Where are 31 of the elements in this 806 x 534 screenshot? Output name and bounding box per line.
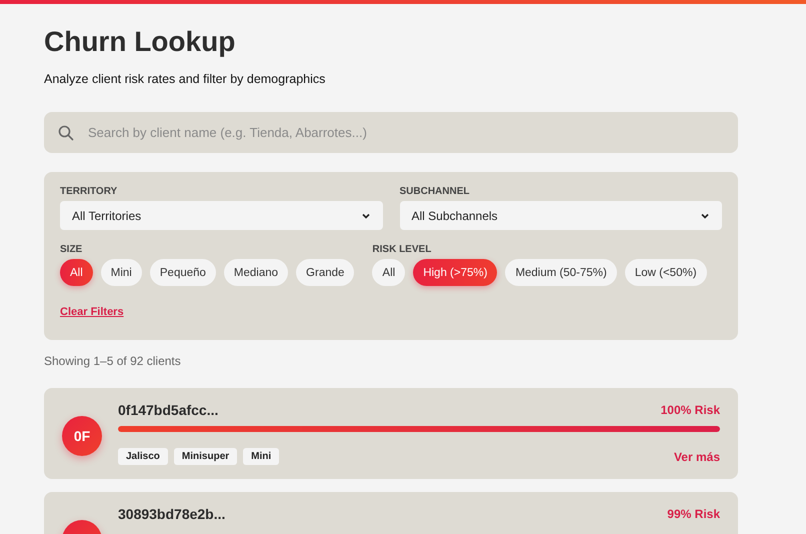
search-field[interactable]: Search by client name (e.g. Tienda, Abarrotes...) bbox=[86, 124, 724, 141]
client-tag: Jalisco bbox=[118, 448, 168, 465]
client-name: 30893bd78e2b... bbox=[118, 506, 226, 522]
client-name: 0f147bd5afcc... bbox=[118, 402, 218, 418]
results-count: Showing 1–5 of 92 clients bbox=[44, 354, 181, 368]
filter-label: SUBCHANNEL bbox=[400, 186, 470, 197]
page-title: Churn Lookup bbox=[44, 25, 236, 59]
risk-percentage: 99% Risk bbox=[667, 507, 720, 521]
filter-chip[interactable]: Mediano bbox=[224, 259, 288, 286]
filter-label: RISK LEVEL bbox=[372, 244, 432, 255]
page-subtitle: Analyze client risk rates and filter by demographics bbox=[44, 72, 326, 86]
filter-chip[interactable]: Low (<50%) bbox=[624, 259, 707, 286]
subchannel-dropdown[interactable]: All Subchannels bbox=[400, 201, 722, 230]
filter-label: TERRITORY bbox=[60, 186, 118, 197]
filter-chip[interactable]: All bbox=[372, 259, 406, 286]
filter-chip[interactable]: Mini bbox=[100, 259, 142, 286]
search-icon bbox=[58, 124, 74, 140]
filter-chip[interactable]: All bbox=[60, 259, 93, 286]
filter-label: SIZE bbox=[60, 244, 82, 255]
filter-chip[interactable]: High (>75%) bbox=[413, 259, 498, 286]
search-bar[interactable]: Search by client name (e.g. Tienda, Abarrotes...) bbox=[44, 112, 738, 153]
territory-dropdown[interactable]: All Territories bbox=[60, 201, 382, 230]
client-tag: Mini bbox=[243, 448, 280, 465]
risk-percentage: 100% Risk bbox=[660, 403, 720, 417]
filter-chip[interactable]: Pequeño bbox=[150, 259, 216, 286]
filter-chip[interactable]: Grande bbox=[296, 259, 354, 286]
view-more-link[interactable]: Ver más bbox=[674, 450, 720, 464]
clear-filters-link[interactable]: Clear Filters bbox=[60, 306, 124, 318]
filter-chip[interactable]: Medium (50-75%) bbox=[505, 259, 617, 286]
client-avatar: 0F bbox=[62, 416, 102, 456]
client-tag: Minisuper bbox=[174, 448, 238, 465]
